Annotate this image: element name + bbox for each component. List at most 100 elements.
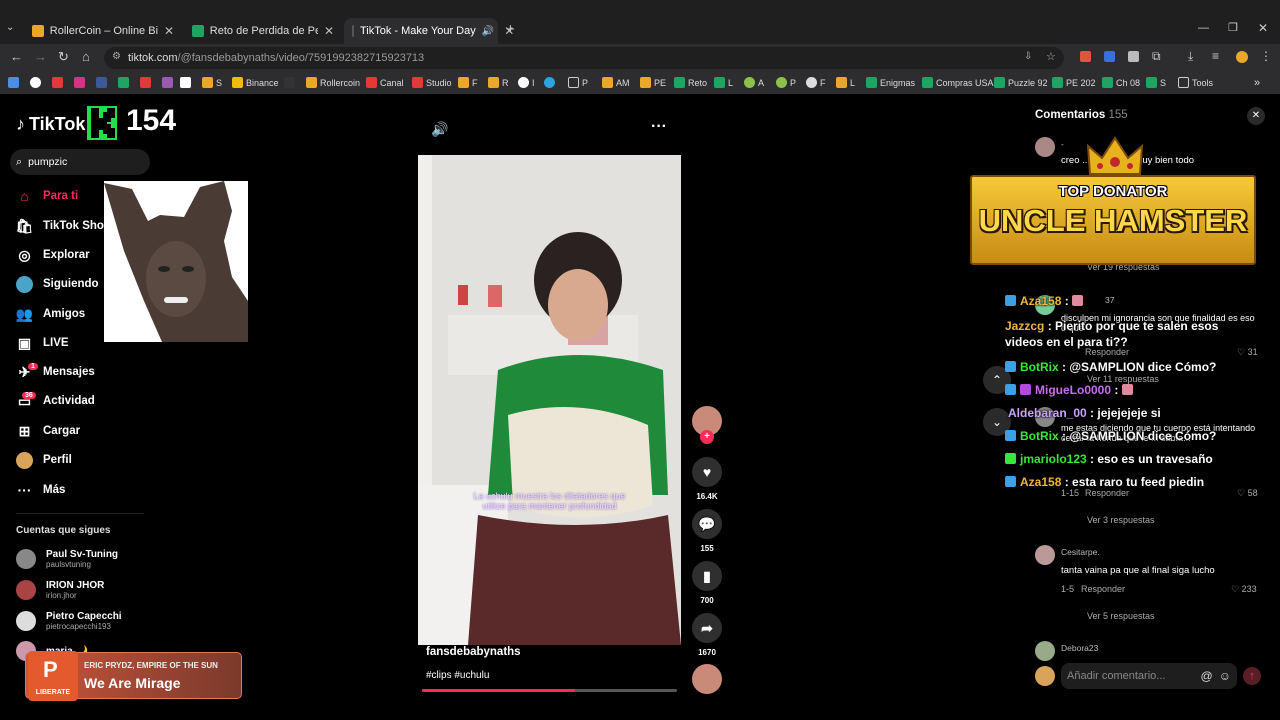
maximize-icon[interactable]: ❐ <box>1228 21 1238 34</box>
video-progress-bar[interactable] <box>422 689 677 692</box>
bookmark-item[interactable] <box>52 77 63 88</box>
minimize-icon[interactable]: — <box>1198 22 1209 34</box>
bookmark-item[interactable]: PE <box>640 77 666 88</box>
bookmark-item[interactable] <box>118 77 129 88</box>
bookmark-puzzle[interactable]: Puzzle 92 <box>994 77 1048 88</box>
bookmark-star-icon[interactable]: ☆ <box>1046 50 1056 63</box>
emoji-icon[interactable]: ☺ <box>1219 669 1231 683</box>
bookmark-item[interactable]: F <box>458 77 478 88</box>
bookmark-item[interactable]: F <box>806 77 826 88</box>
sound-disc-button[interactable] <box>692 664 722 699</box>
bookmark-item[interactable] <box>8 77 19 88</box>
nav-perfil[interactable]: Perfil <box>16 450 72 470</box>
close-tab-icon[interactable]: ✕ <box>324 24 334 38</box>
back-icon[interactable]: ← <box>10 49 23 64</box>
bookmark-item[interactable] <box>180 77 191 88</box>
site-info-icon[interactable]: ⚙ <box>112 51 121 62</box>
comment-button[interactable]: 💬 155 <box>692 509 722 553</box>
install-app-icon[interactable]: ⇩ <box>1024 51 1032 62</box>
following-item[interactable]: IRION JHOR irion.jhor <box>16 580 104 600</box>
bookmark-enigmas[interactable]: Enigmas <box>866 77 915 88</box>
bookmark-tools-folder[interactable]: Tools <box>1178 77 1213 88</box>
bookmark-item[interactable] <box>162 77 173 88</box>
reply-link[interactable]: Responder <box>1085 488 1129 498</box>
volume-icon[interactable]: 🔊 <box>431 121 448 138</box>
nav-amigos[interactable]: 👥 Amigos <box>16 304 85 324</box>
save-button[interactable]: ▮ 700 <box>692 561 722 605</box>
nav-mas[interactable]: ··· Más <box>16 480 66 500</box>
tab-tiktok[interactable]: TikTok - Make Your Day 🔊 ✕ <box>344 18 514 44</box>
following-item[interactable]: Paul Sv-Tuning paulsvtuning <box>16 549 118 569</box>
bookmark-item[interactable] <box>74 77 85 88</box>
bookmark-binance[interactable]: Binance <box>232 77 279 88</box>
bookmark-item[interactable]: S <box>202 77 222 88</box>
home-icon[interactable]: ⌂ <box>82 49 90 64</box>
like-button[interactable]: ♥ 16.4K <box>692 457 722 501</box>
profile-avatar[interactable] <box>1236 51 1248 63</box>
tiktok-logo[interactable]: ♪ TikTok <box>16 114 85 135</box>
bookmark-item[interactable]: P <box>776 77 796 88</box>
kick-logo-icon <box>87 106 117 140</box>
nav-live[interactable]: ▣ LIVE <box>16 333 69 353</box>
bookmark-item[interactable]: L <box>836 77 855 88</box>
close-window-icon[interactable]: ✕ <box>1258 21 1268 35</box>
nav-cargar[interactable]: ⊞ Cargar <box>16 421 80 441</box>
bookmark-studio[interactable]: Studio <box>412 77 452 88</box>
bookmark-item[interactable]: AM <box>602 77 630 88</box>
forward-icon[interactable]: → <box>34 49 47 64</box>
bookmark-item[interactable]: R <box>488 77 509 88</box>
more-bookmarks-icon[interactable]: » <box>1254 77 1260 89</box>
media-control-icon[interactable]: ≡ <box>1212 49 1219 63</box>
follow-plus-icon[interactable]: + <box>700 430 714 444</box>
more-options-icon[interactable]: ··· <box>651 118 667 136</box>
browser-menu-icon[interactable]: ⋮ <box>1260 49 1272 63</box>
view-replies-link[interactable]: Ver 5 respuestas <box>1087 611 1155 621</box>
share-button[interactable]: ➦ 1670 <box>692 613 722 657</box>
nav-para-ti[interactable]: ⌂ Para ti <box>16 186 78 206</box>
close-tab-icon[interactable]: ✕ <box>164 24 174 38</box>
bookmark-item[interactable] <box>30 77 41 88</box>
extension-icon[interactable] <box>1080 51 1091 62</box>
tab-reto[interactable]: Reto de Perdida de Peso - El M ✕ <box>184 18 342 44</box>
search-input[interactable]: ⌕ pumpzic <box>10 149 150 175</box>
url-bar[interactable]: ⚙ tiktok.com/@fansdebabynaths/video/7591… <box>104 47 1064 69</box>
download-icon[interactable]: ⤓ <box>1188 49 1193 64</box>
video-author[interactable]: fansdebabynaths <box>426 646 521 658</box>
reply-link[interactable]: Responder <box>1081 584 1125 594</box>
nav-explorar[interactable]: ◎ Explorar <box>16 245 89 265</box>
view-replies-link[interactable]: Ver 3 respuestas <box>1087 515 1155 525</box>
bookmark-item[interactable] <box>96 77 107 88</box>
bookmark-canal[interactable]: Canal <box>366 77 404 88</box>
bookmark-item[interactable] <box>544 77 555 88</box>
nav-tiktok-shop[interactable]: 🛍 TikTok Shop <box>16 216 111 236</box>
reload-icon[interactable]: ↻ <box>58 49 69 65</box>
new-tab-icon[interactable]: + <box>506 21 515 38</box>
creator-avatar-button[interactable]: + <box>692 406 722 444</box>
send-comment-button[interactable]: ↑ <box>1243 667 1261 685</box>
bookmark-item[interactable] <box>284 77 295 88</box>
extensions-puzzle-icon[interactable]: ⧉ <box>1152 49 1161 64</box>
bookmark-item[interactable] <box>140 77 151 88</box>
extension-icon[interactable] <box>1128 51 1139 62</box>
bookmark-pe202[interactable]: PE 202 <box>1052 77 1096 88</box>
bookmark-rollercoin[interactable]: Rollercoin <box>306 77 360 88</box>
video-player[interactable]: La uchulu muestra los dilatadores que ut… <box>418 155 681 645</box>
audio-playing-icon[interactable]: 🔊 <box>482 26 494 37</box>
tab-search-icon[interactable]: ⌄ <box>6 22 14 33</box>
extension-icon[interactable] <box>1104 51 1115 62</box>
tab-rollercoin[interactable]: RollerCoin – Online Bitcoin Mi ✕ <box>24 18 182 44</box>
close-comments-icon[interactable]: ✕ <box>1247 107 1265 125</box>
video-hashtags[interactable]: #clips #uchulu <box>426 670 489 681</box>
bookmark-ch08[interactable]: Ch 08 <box>1102 77 1140 88</box>
nav-siguiendo[interactable]: Siguiendo <box>16 274 99 294</box>
bookmark-compras[interactable]: Compras USA <box>922 77 994 88</box>
bookmark-item[interactable]: A <box>744 77 764 88</box>
comment-input[interactable]: Añadir comentario... @ ☺ <box>1061 663 1237 689</box>
mention-icon[interactable]: @ <box>1201 669 1213 683</box>
following-item[interactable]: Pietro Capecchi pietrocapecchi193 <box>16 611 122 631</box>
bookmark-item[interactable]: S <box>1146 77 1166 88</box>
bookmark-reto[interactable]: Reto <box>674 77 707 88</box>
bookmark-item[interactable]: I <box>518 77 535 88</box>
bookmark-folder[interactable]: P <box>568 77 588 88</box>
bookmark-item[interactable]: L <box>714 77 733 88</box>
